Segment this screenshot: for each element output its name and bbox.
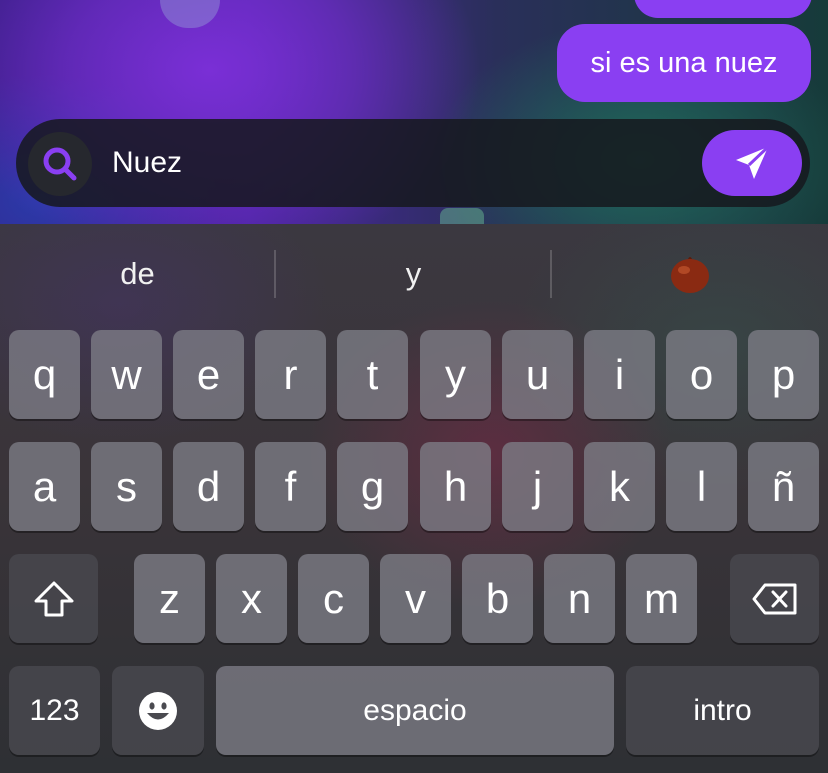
key-r[interactable]: r: [255, 330, 326, 419]
message-composer: Nuez: [16, 119, 810, 207]
key-g[interactable]: g: [337, 442, 408, 531]
key-j[interactable]: j: [502, 442, 573, 531]
key-i[interactable]: i: [584, 330, 655, 419]
chat-bubble-sent: si es una nuez: [557, 24, 811, 102]
paper-plane-icon: [736, 145, 770, 179]
numbers-key[interactable]: 123: [9, 666, 100, 755]
chat-bubble-previous: [634, 0, 812, 18]
message-text: si es una nuez: [590, 46, 778, 79]
return-key[interactable]: intro: [626, 666, 819, 755]
key-t[interactable]: t: [337, 330, 408, 419]
key-u[interactable]: u: [502, 330, 573, 419]
key-w[interactable]: w: [91, 330, 162, 419]
suggestion-emoji[interactable]: [552, 224, 828, 324]
key-y[interactable]: y: [420, 330, 491, 419]
message-input[interactable]: Nuez: [112, 119, 182, 207]
key-d[interactable]: d: [173, 442, 244, 531]
key-x[interactable]: x: [216, 554, 287, 643]
suggestion-1[interactable]: de: [0, 224, 275, 324]
key-q[interactable]: q: [9, 330, 80, 419]
backspace-icon: [752, 583, 796, 614]
delete-key[interactable]: [730, 554, 819, 643]
key-h[interactable]: h: [420, 442, 491, 531]
key-m[interactable]: m: [626, 554, 697, 643]
key-z[interactable]: z: [134, 554, 205, 643]
space-key[interactable]: espacio: [216, 666, 614, 755]
shift-icon: [34, 581, 73, 616]
sticker-decoration: [440, 208, 484, 224]
key-enye[interactable]: ñ: [748, 442, 819, 531]
key-l[interactable]: l: [666, 442, 737, 531]
search-button[interactable]: [28, 132, 92, 196]
key-e[interactable]: e: [173, 330, 244, 419]
key-c[interactable]: c: [298, 554, 369, 643]
chestnut-icon: [671, 257, 709, 293]
key-f[interactable]: f: [255, 442, 326, 531]
key-p[interactable]: p: [748, 330, 819, 419]
key-n[interactable]: n: [544, 554, 615, 643]
key-v[interactable]: v: [380, 554, 451, 643]
key-k[interactable]: k: [584, 442, 655, 531]
send-button[interactable]: [702, 130, 802, 196]
key-a[interactable]: a: [9, 442, 80, 531]
search-icon: [43, 147, 77, 181]
emoji-key[interactable]: [112, 666, 204, 755]
key-s[interactable]: s: [91, 442, 162, 531]
suggestion-2[interactable]: y: [276, 224, 551, 324]
shift-key[interactable]: [9, 554, 98, 643]
emoji-icon: [139, 691, 177, 730]
key-b[interactable]: b: [462, 554, 533, 643]
key-o[interactable]: o: [666, 330, 737, 419]
